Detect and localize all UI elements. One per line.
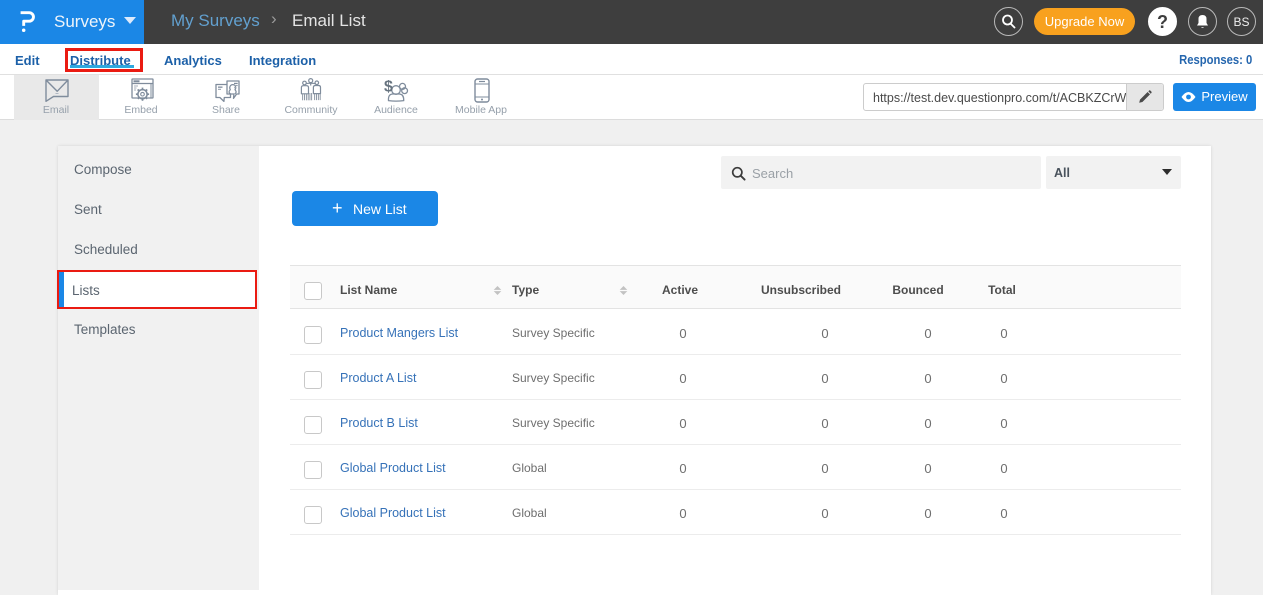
svg-text:$: $ [384,79,393,96]
